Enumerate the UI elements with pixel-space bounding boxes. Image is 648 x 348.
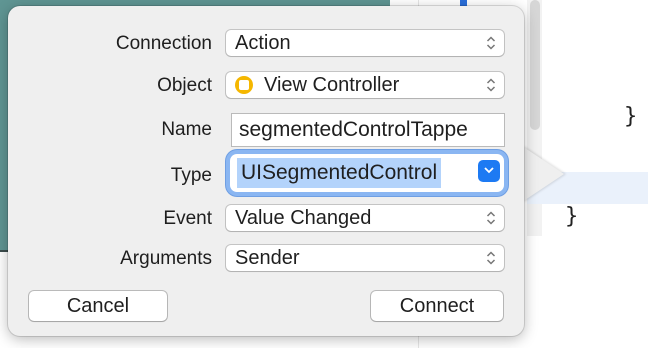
view-controller-icon: [235, 76, 253, 94]
connection-value: Action: [235, 32, 291, 54]
name-field[interactable]: segmentedControlTappe: [232, 114, 504, 146]
event-popup[interactable]: Value Changed: [226, 205, 504, 231]
chevron-updown-icon: [486, 77, 496, 93]
connection-label: Connection: [115, 33, 212, 54]
event-label: Event: [163, 208, 212, 229]
code-brace: }: [624, 104, 638, 129]
chevron-updown-icon: [486, 35, 496, 51]
connection-popover: Connection Action Object View Controller…: [8, 6, 524, 336]
object-popup[interactable]: View Controller: [226, 72, 504, 98]
arguments-value: Sender: [235, 247, 300, 269]
event-value: Value Changed: [235, 207, 372, 229]
type-value[interactable]: UISegmentedControl: [237, 158, 442, 188]
connect-button[interactable]: Connect: [371, 291, 503, 321]
arguments-label: Arguments: [120, 248, 212, 269]
popover-arrow: [522, 146, 564, 202]
name-label: Name: [161, 119, 212, 140]
object-label: Object: [157, 75, 212, 96]
editor-scrollbar-thumb[interactable]: [530, 0, 540, 130]
cancel-button[interactable]: Cancel: [29, 291, 167, 321]
arguments-popup[interactable]: Sender: [226, 245, 504, 271]
chevron-updown-icon: [486, 210, 496, 226]
code-brace: }: [565, 204, 579, 229]
object-value: View Controller: [264, 74, 400, 96]
chevron-down-icon: [484, 167, 494, 174]
connection-popup[interactable]: Action: [226, 30, 504, 56]
type-dropdown-button[interactable]: [478, 160, 500, 182]
type-label: Type: [170, 165, 212, 186]
chevron-updown-icon: [486, 250, 496, 266]
type-combo-box[interactable]: UISegmentedControl: [230, 154, 504, 192]
